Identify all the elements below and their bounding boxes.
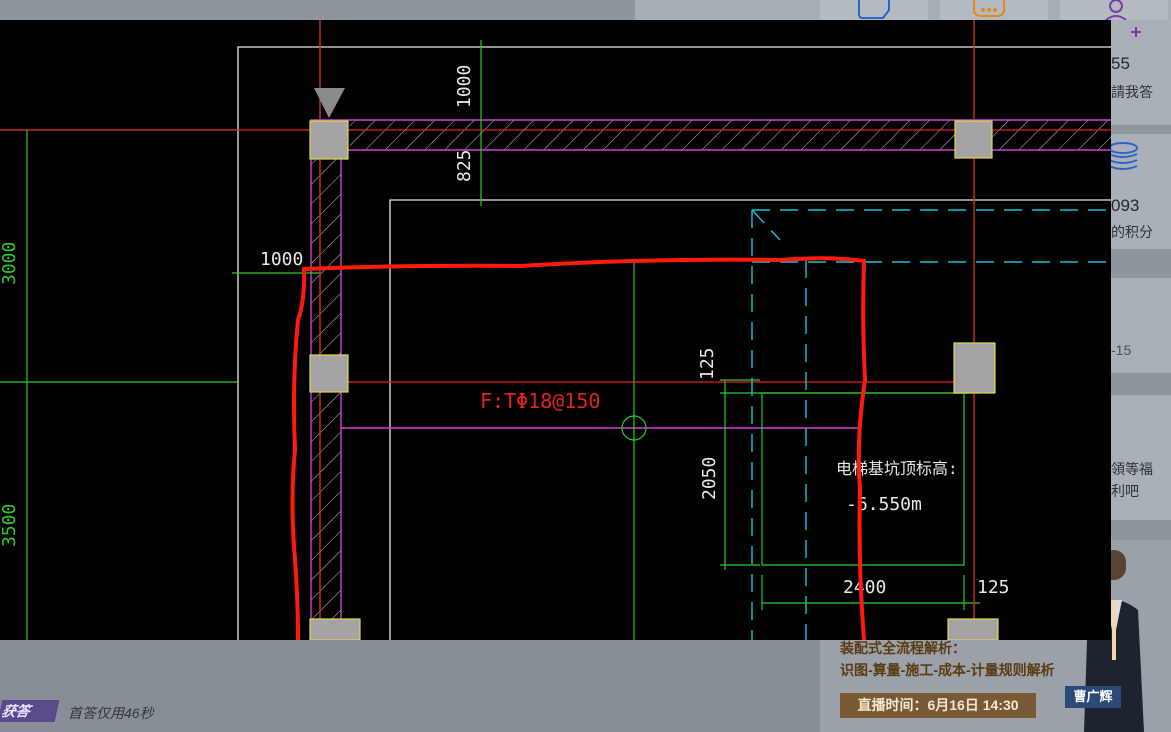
rebar-label: F:TΦ18@150 [480, 389, 600, 413]
dim-125-top: 125 [697, 347, 718, 380]
points-count: 093 [1111, 196, 1140, 215]
comment-icon [973, 0, 1005, 17]
welfare-label-2: 利吧 [1111, 483, 1139, 499]
red-axis-lines [0, 20, 1111, 640]
ad-subtitle: 识图-算量-施工-成本-计量规则解析 [840, 662, 1055, 678]
top-action-cards [635, 0, 1171, 20]
answers-count: 55 [1111, 54, 1130, 73]
coins-icon [1111, 142, 1138, 170]
answer-badge: 获答 [0, 700, 60, 722]
elevation-marker-icon [314, 88, 345, 118]
dim-2050: 2050 [699, 457, 720, 500]
red-annotation-left [290, 267, 307, 640]
top-wall-hatch [350, 120, 1111, 150]
pit-label-2: -6.550m [846, 494, 922, 515]
dim-825: 825 [454, 149, 475, 182]
edit-card[interactable] [820, 0, 928, 20]
dim-left-1000: 1000 [260, 249, 303, 270]
invite-card[interactable] [1060, 0, 1168, 20]
left-wall-hatch [311, 150, 341, 640]
points-label: 的积分 [1111, 224, 1153, 240]
date-fragment: -15 [1111, 342, 1132, 358]
first-answer-time: 首答仅用46秒 [68, 705, 154, 721]
cad-canvas: 1000 825 1000 125 2050 2400 125 电梯基坑顶标高:… [0, 20, 1111, 640]
dim-left-3500: 3500 [0, 504, 20, 547]
edit-icon [858, 0, 890, 19]
green-dimensions [0, 20, 980, 640]
answers-stat: 55 請我答 [1111, 20, 1171, 125]
dim-125-bottom: 125 [977, 577, 1010, 598]
cad-drawing-image: 1000 825 1000 125 2050 2400 125 电梯基坑顶标高:… [0, 20, 1111, 640]
ad-title: 装配式全流程解析： [840, 640, 966, 656]
ad-live-time: 直播时间：6月16日 14:30 [840, 693, 1036, 718]
dim-top-1000: 1000 [454, 65, 475, 108]
columns [309, 120, 999, 640]
add-user-icon [1105, 0, 1127, 20]
dim-left-3000: 3000 [0, 242, 20, 285]
welfare-label-1: 領等福 [1111, 461, 1153, 477]
pit-label-1: 电梯基坑顶标高: [836, 459, 958, 478]
welfare-card[interactable]: 領等福 利吧 [1111, 395, 1171, 520]
comment-card[interactable] [940, 0, 1048, 20]
dim-2400: 2400 [843, 577, 886, 598]
red-annotation-outline [302, 256, 868, 640]
date-card: -15 [1111, 278, 1171, 373]
answers-label: 請我答 [1111, 84, 1153, 100]
plus-icon [1131, 27, 1141, 37]
points-stat: 093 的积分 [1111, 134, 1171, 249]
cyan-dashed-lines [751, 209, 1111, 640]
ad-presenter-name: 曹广辉 [1065, 686, 1121, 708]
